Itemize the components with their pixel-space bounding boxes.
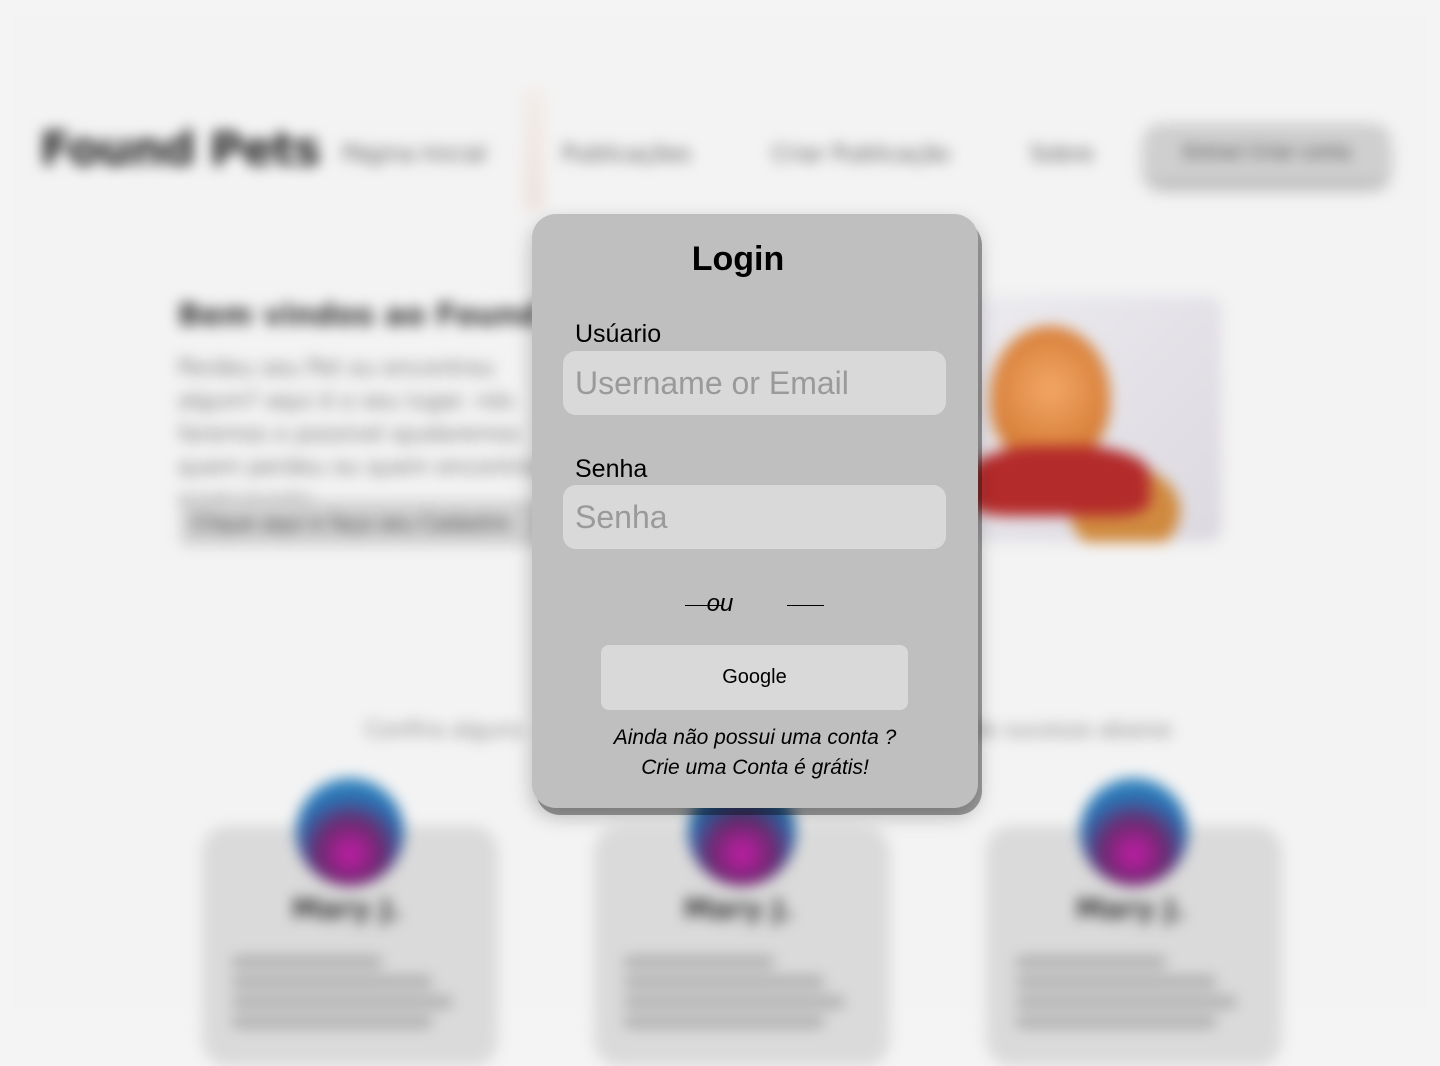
background-divider: [524, 90, 544, 210]
avatar: [1080, 778, 1188, 886]
password-input[interactable]: [563, 485, 946, 549]
section-text-left: Confira alguns: [365, 718, 525, 743]
avatar: [296, 778, 404, 886]
testimonial-name: Mary J.: [1076, 892, 1186, 925]
username-label: Usúario: [575, 320, 662, 348]
username-input[interactable]: [563, 351, 946, 415]
nav-item-posts: Publicações: [562, 142, 692, 167]
nav-item-about: Sobre: [1030, 142, 1094, 167]
testimonial-name: Mary J.: [292, 892, 402, 925]
nav-login-button: Entrar/ Criar conta: [1146, 124, 1388, 182]
testimonial-name: Mary J.: [684, 892, 794, 925]
nav-item-home: Página Inicial: [342, 142, 487, 167]
signup-link[interactable]: Crie uma Conta é grátis!: [532, 756, 978, 780]
or-text: ou: [706, 590, 734, 617]
nav-item-create-post: Criar Publicação: [772, 142, 950, 167]
or-divider-right: [787, 605, 824, 606]
google-login-button[interactable]: Google: [601, 645, 908, 710]
cat-image: [960, 296, 1222, 542]
hero-signup-button: Clique aqui e faça seu Cadastro: [180, 500, 560, 546]
signup-prompt: Ainda não possui uma conta ?: [613, 726, 897, 749]
login-title: Login: [691, 240, 785, 278]
section-text-right: de sucesso abaixo: [970, 718, 1172, 743]
hero-text: Perdeu seu Pet ou encontrou algum? aqui …: [178, 356, 549, 513]
password-label: Senha: [575, 455, 648, 483]
site-logo: Found Pets: [40, 122, 321, 176]
